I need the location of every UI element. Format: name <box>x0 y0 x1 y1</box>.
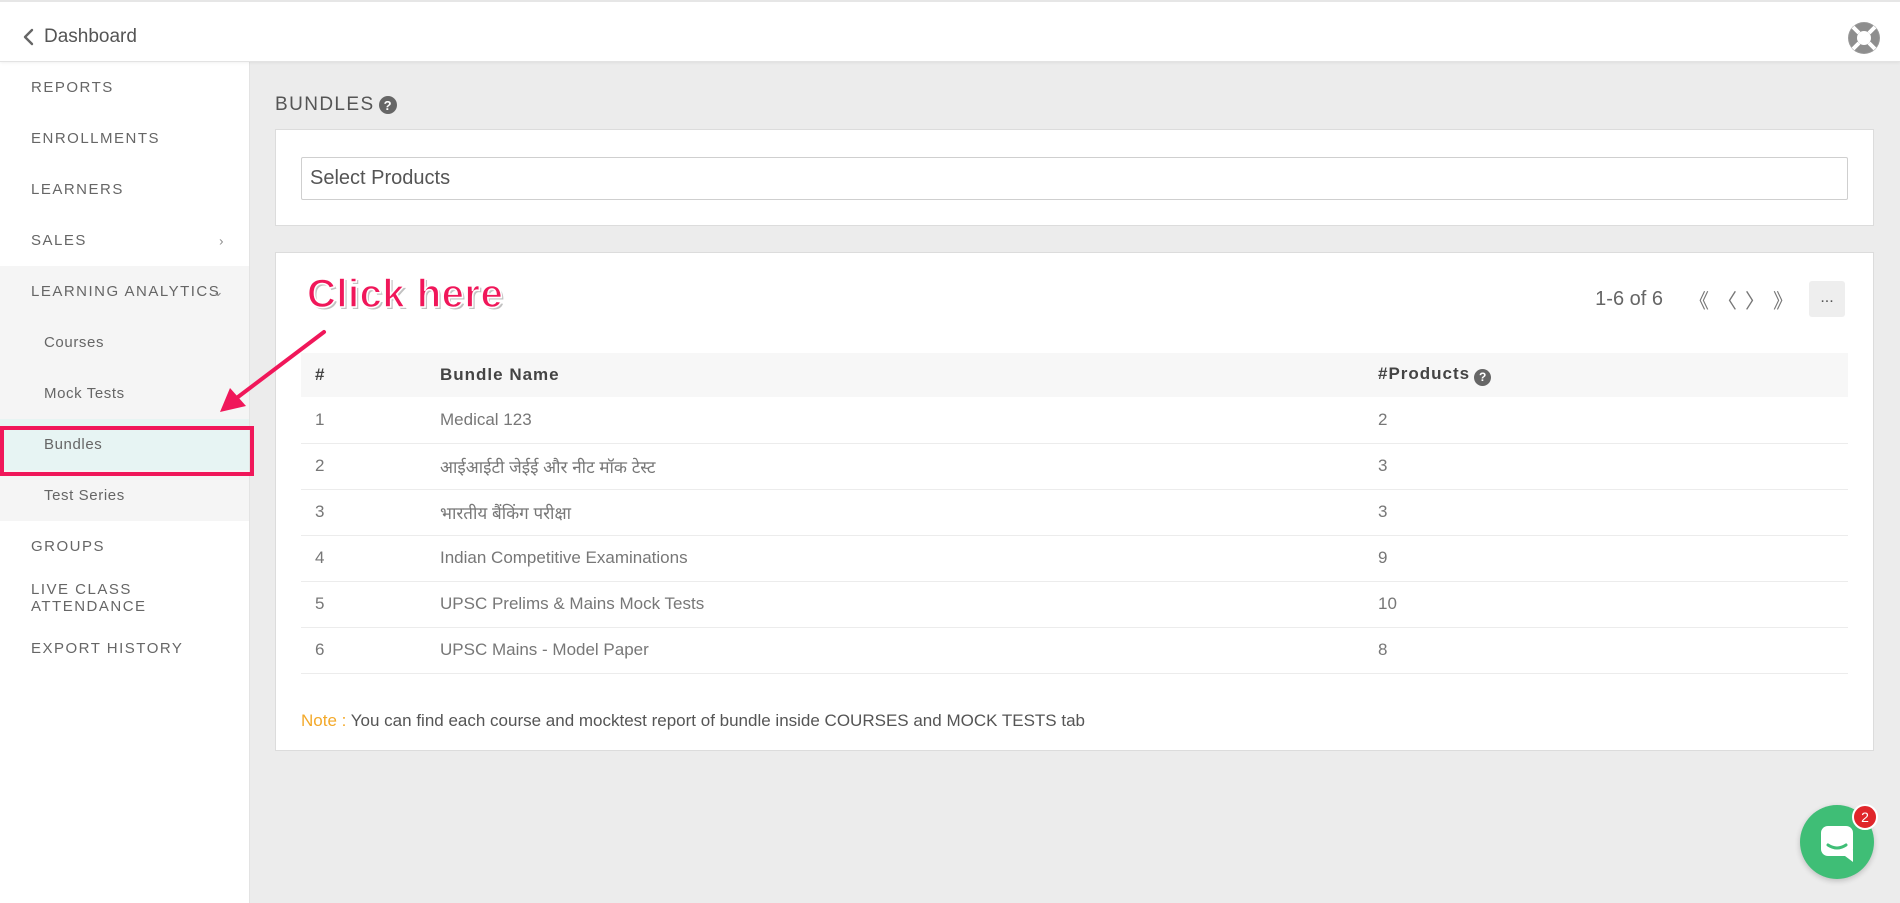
bundle-name: आईआईटी जेईई और नीट मॉक टेस्ट <box>426 443 1364 490</box>
sidebar-item-label: LIVE CLASS ATTENDANCE <box>31 580 147 615</box>
table-row[interactable]: 6 UPSC Mains - Model Paper 8 <box>301 627 1848 674</box>
row-number: 5 <box>301 581 426 628</box>
main-content: BUNDLES ? 1-6 of 6 《 〈 〉 》 ... # Bundle … <box>250 62 1900 903</box>
bundles-table-card: 1-6 of 6 《 〈 〉 》 ... # Bundle Name #Prod… <box>275 252 1874 751</box>
back-label: Dashboard <box>44 26 137 47</box>
sidebar-subitem-label: Bundles <box>44 436 103 453</box>
chat-icon <box>1821 826 1853 862</box>
click-here-callout: Click here <box>306 271 504 317</box>
sidebar-subitem-bundles[interactable]: Bundles <box>0 419 249 470</box>
sidebar-subitem-test-series[interactable]: Test Series <box>0 470 249 521</box>
bundles-table: # Bundle Name #Products? 1 Medical 123 2 2… <box>301 353 1848 674</box>
sidebar-item-enrollments[interactable]: ENROLLMENTS <box>0 113 249 164</box>
sidebar-item-label: GROUPS <box>31 538 106 555</box>
product-count: 3 <box>1364 489 1848 536</box>
table-row[interactable]: 5 UPSC Prelims & Mains Mock Tests 10 <box>301 581 1848 628</box>
page-title-text: BUNDLES <box>275 94 375 115</box>
sidebar-subitem-label: Mock Tests <box>44 385 125 402</box>
back-to-dashboard-link[interactable]: Dashboard <box>22 26 137 48</box>
sidebar-item-label: REPORTS <box>31 79 114 96</box>
product-count: 10 <box>1364 581 1848 628</box>
table-header-row: # Bundle Name #Products? <box>301 353 1848 397</box>
sidebar-item-label: LEARNING ANALYTICS <box>31 283 221 300</box>
bundle-note: Note : You can find each course and mock… <box>301 711 1085 731</box>
row-number: 2 <box>301 443 426 490</box>
help-icon[interactable]: ? <box>378 96 397 114</box>
note-text: You can find each course and mocktest re… <box>346 711 1085 730</box>
product-count: 3 <box>1364 443 1848 490</box>
sidebar-item-groups[interactable]: GROUPS <box>0 521 249 572</box>
sidebar-item-reports[interactable]: REPORTS <box>0 62 249 113</box>
select-products-input[interactable] <box>301 157 1848 200</box>
table-row[interactable]: 1 Medical 123 2 <box>301 397 1848 444</box>
product-count: 8 <box>1364 627 1848 674</box>
chevron-down-icon: ⌄ <box>212 283 225 299</box>
first-page-icon[interactable]: 《 <box>1685 285 1713 314</box>
sidebar-item-learning-analytics[interactable]: LEARNING ANALYTICS ⌄ <box>0 266 249 317</box>
pagination: 1-6 of 6 《 〈 〉 》 ... <box>1595 281 1845 317</box>
page-title: BUNDLES ? <box>275 94 397 116</box>
row-number: 3 <box>301 489 426 536</box>
product-filter-card <box>275 129 1874 226</box>
last-page-icon[interactable]: 》 <box>1769 285 1797 314</box>
table-row[interactable]: 4 Indian Competitive Examinations 9 <box>301 535 1848 582</box>
sidebar-subitem-label: Test Series <box>44 487 125 504</box>
annotation-arrow-icon <box>220 330 326 412</box>
prev-page-icon[interactable]: 〈 <box>1713 285 1741 314</box>
chevron-left-icon <box>23 28 34 46</box>
sidebar-item-sales[interactable]: SALES › <box>0 215 249 266</box>
bundle-name: UPSC Mains - Model Paper <box>426 627 1364 674</box>
row-number: 4 <box>301 535 426 582</box>
sidebar-item-label: LEARNERS <box>31 181 124 198</box>
bundle-name: Medical 123 <box>426 397 1364 444</box>
product-count: 2 <box>1364 397 1848 444</box>
sidebar-subitem-label: Courses <box>44 334 105 351</box>
table-row[interactable]: 3 भारतीय बैंकिंग परीक्षा 3 <box>301 489 1848 536</box>
chevron-right-icon: › <box>219 233 225 248</box>
top-bar: Dashboard <box>0 0 1900 62</box>
column-header-products: #Products? <box>1364 353 1848 397</box>
sidebar-item-label: EXPORT HISTORY <box>31 640 184 657</box>
product-count: 9 <box>1364 535 1848 582</box>
chat-unread-badge: 2 <box>1852 804 1878 830</box>
row-number: 6 <box>301 627 426 674</box>
column-header-products-label: #Products <box>1378 364 1471 384</box>
sidebar-item-label: ENROLLMENTS <box>31 130 161 147</box>
bundle-name: Indian Competitive Examinations <box>426 535 1364 582</box>
sidebar-item-label: SALES <box>31 232 87 249</box>
bundle-name: भारतीय बैंकिंग परीक्षा <box>426 489 1364 536</box>
help-icon[interactable]: ? <box>1474 368 1492 386</box>
pagination-range: 1-6 of 6 <box>1595 287 1663 310</box>
sidebar-item-live-class-attendance[interactable]: LIVE CLASS ATTENDANCE <box>0 572 249 623</box>
sidebar-item-learners[interactable]: LEARNERS <box>0 164 249 215</box>
note-label: Note : <box>301 711 347 730</box>
lifebuoy-icon[interactable] <box>1848 22 1880 54</box>
sidebar: REPORTS ENROLLMENTS LEARNERS SALES › LEAR… <box>0 62 250 903</box>
table-row[interactable]: 2 आईआईटी जेईई और नीट मॉक टेस्ट 3 <box>301 443 1848 490</box>
column-header-bundle-name: Bundle Name <box>440 365 560 384</box>
more-options-button[interactable]: ... <box>1809 281 1845 317</box>
sidebar-item-export-history[interactable]: EXPORT HISTORY <box>0 623 249 674</box>
bundle-name: UPSC Prelims & Mains Mock Tests <box>426 581 1364 628</box>
next-page-icon[interactable]: 〉 <box>1741 285 1769 314</box>
